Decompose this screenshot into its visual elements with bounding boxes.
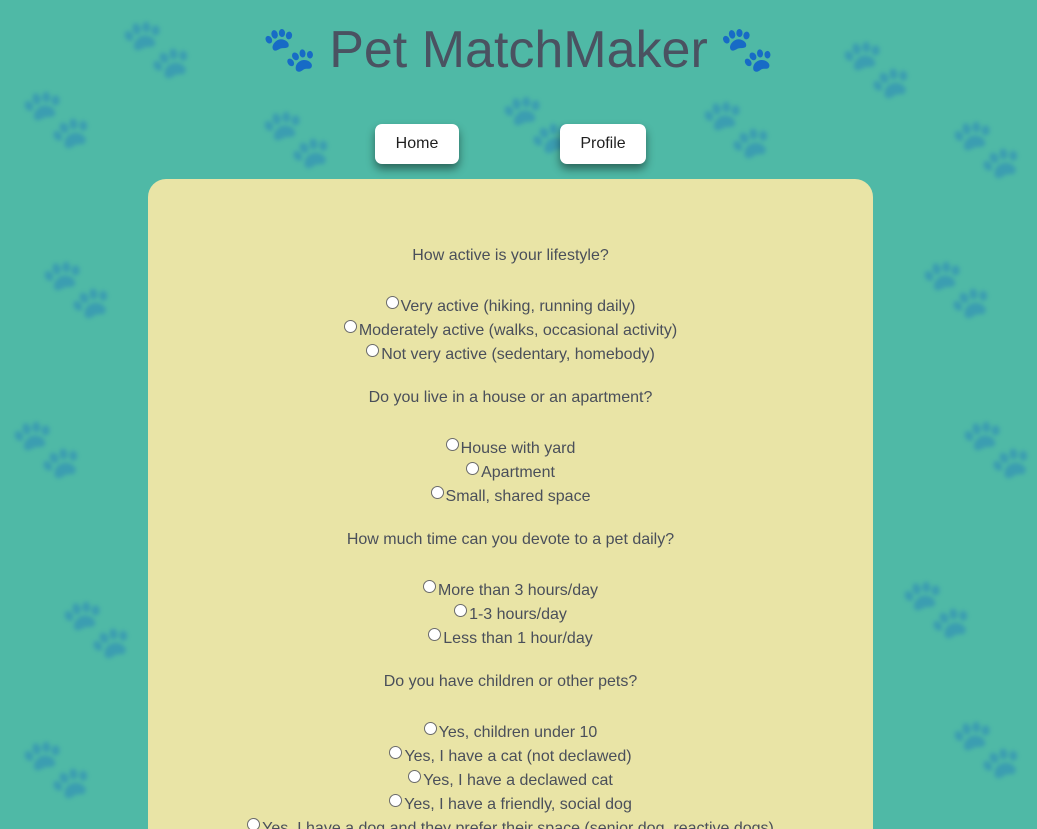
- answer-option-label: Moderately active (walks, occasional act…: [358, 322, 678, 339]
- question-text: How active is your lifestyle?: [412, 247, 609, 264]
- answer-option[interactable]: Small, shared space: [148, 485, 873, 509]
- radio-button[interactable]: [408, 770, 422, 783]
- paw-print-icon: 🐾: [40, 256, 113, 321]
- paw-print-icon: 🐾: [900, 576, 973, 641]
- answer-option[interactable]: Yes, I have a declawed cat: [148, 769, 873, 793]
- answer-option-label: 1-3 hours/day: [469, 606, 567, 623]
- answer-option-label: Less than 1 hour/day: [443, 630, 593, 647]
- answer-option-label: Yes, I have a declawed cat: [423, 772, 613, 789]
- paw-print-icon: 🐾: [719, 25, 775, 74]
- radio-button[interactable]: [428, 628, 442, 641]
- answer-option-label: Yes, I have a dog and they prefer their …: [262, 820, 774, 829]
- question-text: Do you have children or other pets?: [383, 673, 638, 690]
- answer-options: Very active (hiking, running daily) Moder…: [148, 295, 873, 367]
- question-text: How much time can you devote to a pet da…: [346, 531, 675, 548]
- radio-button[interactable]: [343, 320, 357, 333]
- answer-options: House with yard Apartment Small, shared sp…: [148, 437, 873, 509]
- answer-option[interactable]: Yes, I have a dog and they prefer their …: [148, 817, 873, 829]
- answer-option-label: Not very active (sedentary, homebody): [381, 346, 655, 363]
- radio-button[interactable]: [422, 580, 436, 593]
- answer-option[interactable]: Moderately active (walks, occasional act…: [148, 319, 873, 343]
- quiz-questions: How active is your lifestyle? Very active…: [148, 179, 873, 829]
- answer-option[interactable]: Apartment: [148, 461, 873, 485]
- answer-option[interactable]: Less than 1 hour/day: [148, 627, 873, 651]
- home-button[interactable]: Home: [375, 124, 459, 164]
- paw-print-icon: 🐾: [262, 25, 318, 74]
- page-header: 🐾 Pet MatchMaker 🐾: [0, 18, 1037, 82]
- paw-print-icon: 🐾: [950, 116, 1023, 181]
- radio-button[interactable]: [454, 604, 468, 617]
- radio-button[interactable]: [247, 818, 261, 829]
- paw-print-icon: 🐾: [20, 736, 93, 801]
- answer-option[interactable]: Very active (hiking, running daily): [148, 295, 873, 319]
- paw-print-icon: 🐾: [700, 96, 773, 161]
- answer-options: Yes, children under 10 Yes, I have a cat …: [148, 721, 873, 829]
- paw-print-icon: 🐾: [260, 106, 333, 171]
- answer-options: More than 3 hours/day 1-3 hours/day Less t…: [148, 579, 873, 651]
- profile-button[interactable]: Profile: [560, 124, 646, 164]
- radio-button[interactable]: [430, 486, 444, 499]
- answer-option-label: More than 3 hours/day: [437, 582, 599, 599]
- paw-print-icon: 🐾: [920, 256, 993, 321]
- paw-print-icon: 🐾: [20, 86, 93, 151]
- radio-button[interactable]: [366, 344, 380, 357]
- answer-option-label: House with yard: [460, 440, 576, 457]
- quiz-panel: How active is your lifestyle? Very active…: [148, 179, 873, 829]
- paw-print-icon: 🐾: [950, 716, 1023, 781]
- answer-option-label: Small, shared space: [445, 488, 591, 505]
- radio-button[interactable]: [466, 462, 480, 475]
- radio-button[interactable]: [389, 794, 403, 807]
- title-row: 🐾 Pet MatchMaker 🐾: [262, 18, 774, 82]
- answer-option[interactable]: Yes, children under 10: [148, 721, 873, 745]
- answer-option-label: Yes, children under 10: [438, 724, 598, 741]
- answer-option[interactable]: House with yard: [148, 437, 873, 461]
- answer-option[interactable]: Yes, I have a cat (not declawed): [148, 745, 873, 769]
- radio-button[interactable]: [389, 746, 403, 759]
- answer-option-label: Apartment: [481, 464, 555, 481]
- radio-button[interactable]: [445, 438, 459, 451]
- paw-print-icon: 🐾: [960, 416, 1033, 481]
- answer-option[interactable]: 1-3 hours/day: [148, 603, 873, 627]
- answer-option[interactable]: Not very active (sedentary, homebody): [148, 343, 873, 367]
- question-text: Do you live in a house or an apartment?: [368, 389, 653, 406]
- radio-button[interactable]: [423, 722, 437, 735]
- paw-print-icon: 🐾: [10, 416, 83, 481]
- answer-option[interactable]: More than 3 hours/day: [148, 579, 873, 603]
- answer-option[interactable]: Yes, I have a friendly, social dog: [148, 793, 873, 817]
- paw-print-icon: 🐾: [60, 596, 133, 661]
- radio-button[interactable]: [385, 296, 399, 309]
- answer-option-label: Yes, I have a friendly, social dog: [404, 796, 632, 813]
- answer-option-label: Very active (hiking, running daily): [400, 298, 636, 315]
- page-title: Pet MatchMaker: [329, 21, 708, 79]
- answer-option-label: Yes, I have a cat (not declawed): [404, 748, 632, 765]
